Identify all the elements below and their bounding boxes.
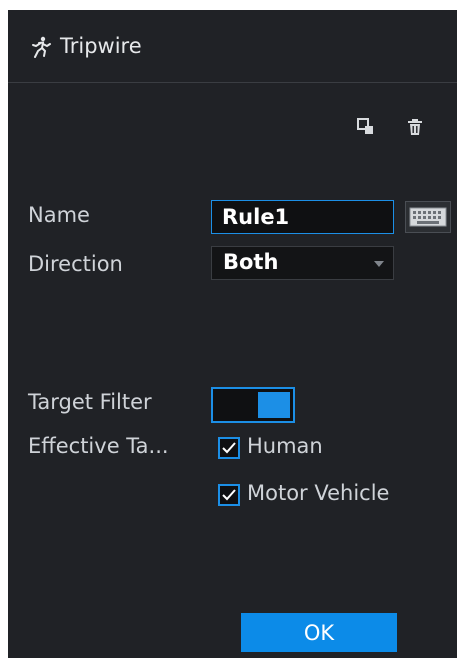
effective-target-label: Effective Ta...	[28, 434, 169, 458]
keyboard-button[interactable]	[405, 201, 451, 233]
name-label: Name	[28, 203, 90, 227]
motor-vehicle-label: Motor Vehicle	[247, 481, 390, 505]
running-person-icon	[30, 36, 52, 58]
ok-button[interactable]: OK	[241, 613, 397, 652]
human-checkbox[interactable]	[218, 437, 240, 459]
check-icon	[222, 442, 236, 454]
dialog-title: Tripwire	[60, 34, 142, 58]
chevron-down-icon	[374, 261, 384, 267]
direction-select[interactable]: Both	[211, 246, 394, 280]
target-filter-toggle[interactable]	[211, 387, 295, 423]
tripwire-dialog: Tripwire Name Rule1 Direction Both Targe…	[8, 10, 457, 658]
trash-icon[interactable]	[406, 118, 424, 136]
name-input[interactable]	[211, 200, 394, 234]
direction-label: Direction	[28, 252, 123, 276]
copy-icon[interactable]	[357, 118, 375, 136]
human-label: Human	[247, 434, 323, 458]
direction-value: Both	[223, 250, 279, 274]
toggle-knob	[258, 392, 290, 418]
check-icon	[222, 489, 236, 501]
target-filter-label: Target Filter	[28, 390, 152, 414]
dialog-header: Tripwire	[8, 10, 457, 83]
motor-vehicle-checkbox[interactable]	[218, 484, 240, 506]
